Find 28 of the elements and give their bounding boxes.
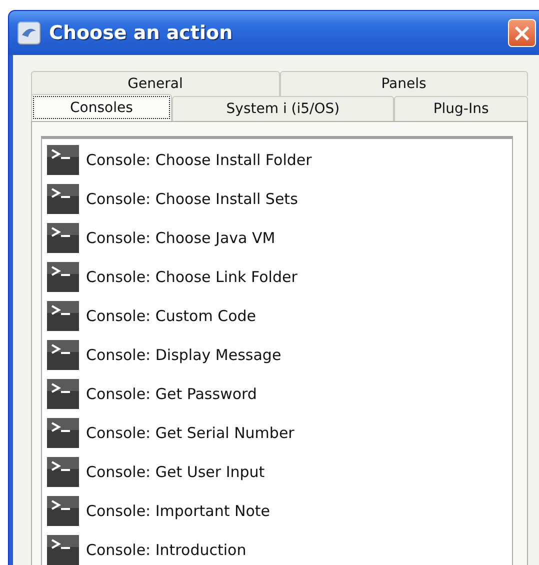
list-item[interactable]: Console: Get User Input xyxy=(86,463,265,481)
console-icon xyxy=(47,457,79,487)
console-icon xyxy=(47,418,79,448)
list-item[interactable]: Console: Display Message xyxy=(86,346,282,364)
tab[interactable]: Plug-Ins xyxy=(394,96,528,121)
tab[interactable]: Consoles xyxy=(31,94,172,121)
list-item[interactable]: Console: Choose Install Sets xyxy=(86,190,298,208)
list-item[interactable]: Console: Get Serial Number xyxy=(86,424,294,442)
console-icon xyxy=(47,184,79,214)
list-item[interactable]: Console: Choose Java VM xyxy=(86,229,276,247)
list-item[interactable]: Console: Get Password xyxy=(86,385,257,403)
list-item[interactable]: Console: Choose Link Folder xyxy=(86,268,298,286)
list-item[interactable]: Console: Introduction xyxy=(86,541,246,559)
console-icon xyxy=(47,301,79,331)
console-icon xyxy=(47,340,79,370)
list-item[interactable]: Console: Important Note xyxy=(86,502,270,520)
app-icon xyxy=(17,21,41,45)
window-title: Choose an action xyxy=(49,22,234,44)
console-icon xyxy=(47,262,79,292)
list-item[interactable]: Console: Custom Code xyxy=(86,307,256,325)
console-icon xyxy=(47,496,79,526)
list-item[interactable]: Console: Choose Install Folder xyxy=(86,151,312,169)
console-icon xyxy=(47,379,79,409)
tab[interactable]: General xyxy=(31,71,280,96)
console-icon xyxy=(47,223,79,253)
tab[interactable]: Panels xyxy=(280,71,528,96)
console-icon xyxy=(47,145,79,175)
tab[interactable]: System i (i5/OS) xyxy=(172,96,394,121)
